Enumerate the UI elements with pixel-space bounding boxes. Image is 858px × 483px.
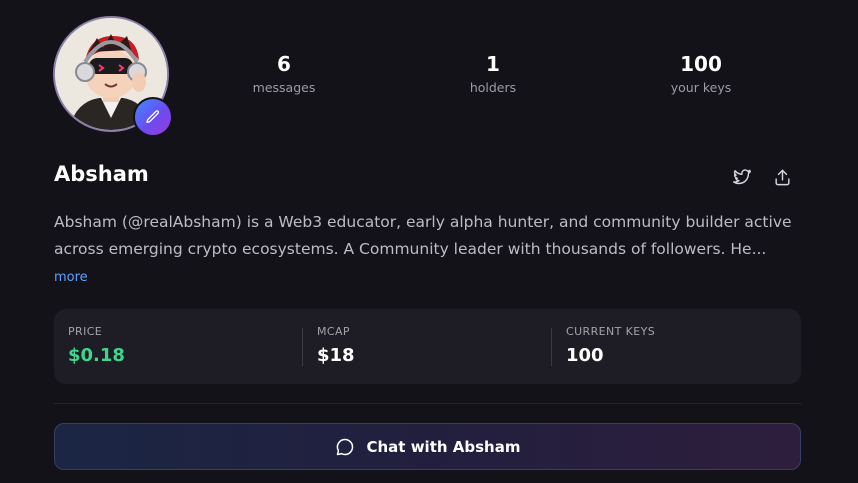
- profile-bio: Absham (@realAbsham) is a Web3 educator,…: [54, 209, 794, 263]
- stat-your-keys: 100 your keys: [621, 52, 781, 95]
- stat-value: 6: [277, 52, 291, 76]
- mcap-label: MCAP: [317, 325, 350, 338]
- chat-bubble-icon: [336, 438, 353, 455]
- share-button[interactable]: [770, 165, 794, 189]
- stat-label: your keys: [670, 80, 732, 95]
- more-link[interactable]: more: [54, 270, 88, 285]
- stat-label: holders: [469, 80, 517, 95]
- share-icon: [774, 169, 790, 185]
- mcap-cell: MCAP $18: [303, 309, 552, 384]
- market-stats-card: PRICE $0.18 MCAP $18 CURRENT KEYS 100: [54, 309, 801, 384]
- price-cell: PRICE $0.18: [54, 309, 303, 384]
- stat-label: messages: [252, 80, 316, 95]
- price-value: $0.18: [68, 345, 125, 366]
- bio-line: Absham (@realAbsham) is a Web3 educator,…: [54, 213, 792, 231]
- avatar-container: [53, 16, 173, 137]
- pencil-icon: [146, 110, 160, 123]
- twitter-icon: [732, 169, 752, 185]
- stat-messages: 6 messages: [204, 52, 364, 95]
- current-keys-label: CURRENT KEYS: [566, 325, 656, 338]
- twitter-button[interactable]: [730, 165, 754, 189]
- stat-value: 1: [486, 52, 500, 76]
- chat-button[interactable]: Chat with Absham: [54, 423, 801, 470]
- current-keys-cell: CURRENT KEYS 100: [552, 309, 801, 384]
- current-keys-value: 100: [566, 345, 604, 366]
- price-label: PRICE: [68, 325, 103, 338]
- edit-profile-button[interactable]: [133, 97, 173, 137]
- bio-line: across emerging crypto ecosystems. A Com…: [54, 240, 767, 258]
- stat-value: 100: [680, 52, 722, 76]
- section-divider: [54, 403, 801, 404]
- profile-name: Absham: [54, 162, 149, 186]
- chat-button-label: Chat with Absham: [366, 437, 521, 456]
- stat-holders: 1 holders: [413, 52, 573, 95]
- mcap-value: $18: [317, 345, 355, 366]
